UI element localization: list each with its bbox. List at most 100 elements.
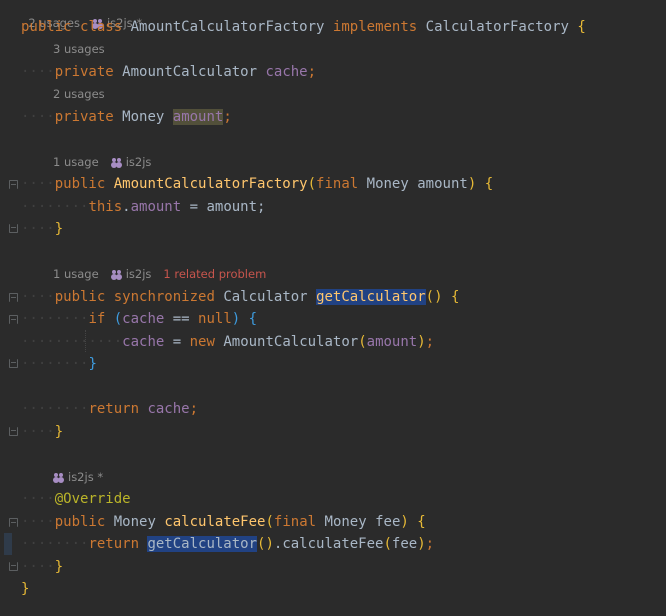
- constructor-name: AmountCalculatorFactory: [113, 176, 308, 192]
- code-vision-hint[interactable]: 3 usages: [53, 40, 105, 58]
- type-name: Money: [113, 514, 156, 530]
- type-name: Money: [366, 176, 409, 192]
- field-name: amount: [130, 199, 182, 215]
- keyword: public: [54, 514, 106, 530]
- code-vision-hint[interactable]: 1 usage is2js 1 related problem: [53, 265, 266, 283]
- brace: {: [484, 176, 494, 192]
- fold-toggle-icon[interactable]: [9, 562, 18, 571]
- type-name: Money: [324, 514, 367, 530]
- paren: (: [265, 514, 274, 530]
- author-hint[interactable]: is2js: [111, 267, 151, 281]
- author-hint[interactable]: is2js: [111, 155, 152, 169]
- code-line-override[interactable]: ····@Override: [21, 488, 131, 510]
- author-name: is2js: [125, 155, 152, 169]
- type-name: Money: [122, 109, 165, 125]
- code-line-assign-cache[interactable]: ············cache = new AmountCalculator…: [21, 331, 434, 353]
- code-line-class-decl[interactable]: public class AmountCalculatorFactory imp…: [21, 16, 586, 38]
- operator: =: [164, 334, 190, 350]
- code-line-close-brace[interactable]: ····}: [21, 421, 63, 443]
- keyword: return: [88, 536, 140, 552]
- user-icon: [53, 473, 65, 482]
- assignment: = amount;: [181, 199, 266, 215]
- code-line-field-cache[interactable]: ····private AmountCalculator cache;: [21, 61, 316, 83]
- field-name-highlighted: amount: [172, 109, 224, 125]
- code-vision-hint[interactable]: 2 usages: [53, 85, 105, 103]
- code-line-constructor[interactable]: ····public AmountCalculatorFactory(final…: [21, 173, 493, 195]
- author-name: is2js *: [68, 470, 104, 484]
- keyword: if: [88, 311, 106, 327]
- semicolon: ;: [189, 401, 199, 417]
- fold-toggle-icon[interactable]: [9, 224, 18, 233]
- keyword: synchronized: [113, 289, 215, 305]
- code-vision-hint[interactable]: 1 usage is2js: [53, 153, 151, 171]
- keyword: class: [80, 19, 123, 35]
- param-name: amount: [417, 176, 468, 192]
- field-name: cache: [122, 334, 165, 350]
- user-icon: [111, 158, 123, 167]
- fold-toggle-icon[interactable]: [9, 315, 18, 324]
- class-name: AmountCalculatorFactory: [130, 19, 325, 35]
- paren: ): [417, 334, 426, 350]
- keyword: public: [21, 19, 72, 35]
- code-line-getcalculator[interactable]: ····public synchronized Calculator getCa…: [21, 286, 459, 308]
- paren: (): [425, 289, 443, 305]
- paren: (: [113, 311, 123, 327]
- code-line-class-close[interactable]: }: [21, 578, 29, 600]
- fold-toggle-icon[interactable]: [9, 359, 18, 368]
- keyword: private: [54, 109, 114, 125]
- dot: .: [122, 199, 131, 215]
- semicolon: ;: [223, 109, 232, 125]
- brace: {: [417, 514, 426, 530]
- semicolon: ;: [425, 536, 435, 552]
- usages-count[interactable]: 1 usage: [53, 267, 99, 281]
- usages-count[interactable]: 3 usages: [53, 42, 105, 56]
- field-name: amount: [366, 334, 418, 350]
- keyword: private: [54, 64, 114, 80]
- class-name: AmountCalculator: [223, 334, 359, 350]
- operator: ==: [164, 311, 199, 327]
- fold-toggle-icon[interactable]: [9, 180, 18, 189]
- fold-toggle-icon[interactable]: [9, 427, 18, 436]
- code-line-close-brace[interactable]: ········}: [21, 353, 97, 375]
- code-line-field-amount[interactable]: ····private Money amount;: [21, 106, 232, 128]
- paren: ): [467, 176, 477, 192]
- brace: }: [88, 356, 97, 372]
- brace: }: [21, 581, 30, 597]
- code-line-return-fee[interactable]: ········return getCalculator().calculate…: [21, 533, 434, 555]
- user-icon: [111, 270, 123, 279]
- paren: (): [257, 536, 274, 552]
- paren: ): [417, 536, 426, 552]
- method-call: .calculateFee: [273, 536, 384, 552]
- code-line-return-cache[interactable]: ········return cache;: [21, 398, 198, 420]
- code-line-close-brace[interactable]: ····}: [21, 556, 63, 578]
- code-line-calculatefee[interactable]: ····public Money calculateFee(final Mone…: [21, 511, 426, 533]
- keyword: this: [88, 199, 123, 215]
- code-line-if[interactable]: ········if (cache == null) {: [21, 308, 257, 330]
- related-problem-hint[interactable]: 1 related problem: [163, 267, 266, 281]
- brace: {: [248, 311, 258, 327]
- code-line-ctor-body[interactable]: ········this.amount = amount;: [21, 196, 265, 218]
- author-hint[interactable]: is2js *: [53, 470, 103, 484]
- method-name: calculateFee: [164, 514, 266, 530]
- brace: }: [54, 424, 64, 440]
- fold-toggle-icon[interactable]: [9, 518, 18, 527]
- method-call-highlighted: getCalculator: [147, 536, 258, 552]
- paren: (: [383, 536, 392, 552]
- keyword: null: [198, 311, 232, 327]
- usages-count[interactable]: 1 usage: [53, 155, 99, 169]
- usages-count[interactable]: 2 usages: [53, 87, 105, 101]
- type-name: Calculator: [223, 289, 308, 305]
- brace: {: [450, 289, 460, 305]
- fold-toggle-icon[interactable]: [9, 293, 18, 302]
- brace: {: [577, 19, 586, 35]
- brace: }: [54, 221, 64, 237]
- code-vision-hint[interactable]: is2js *: [53, 468, 103, 486]
- field-name: cache: [122, 311, 165, 327]
- annotation: @Override: [54, 491, 131, 507]
- paren: (: [358, 334, 367, 350]
- code-vision-hint[interactable]: 2 usages is2js *: [21, 0, 142, 30]
- code-line-close-brace[interactable]: ····}: [21, 218, 63, 240]
- caret-line-marker: [4, 533, 12, 555]
- field-name: cache: [265, 64, 308, 80]
- keyword: final: [273, 514, 317, 530]
